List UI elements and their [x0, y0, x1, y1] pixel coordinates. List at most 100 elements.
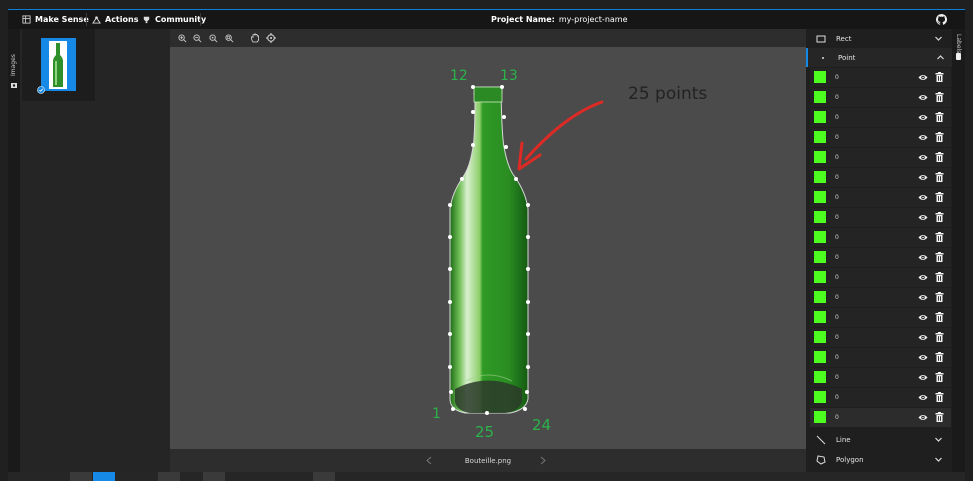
eye-icon[interactable]	[918, 353, 928, 362]
eye-icon[interactable]	[918, 213, 928, 222]
rect-labels-header[interactable]: Rect	[806, 29, 952, 48]
eye-icon[interactable]	[918, 193, 928, 202]
actions-menu-button[interactable]: Actions	[92, 10, 138, 29]
selected-thumbnail[interactable]	[37, 38, 76, 94]
eye-icon[interactable]	[918, 233, 928, 242]
trash-icon[interactable]	[935, 152, 944, 162]
trash-icon[interactable]	[935, 272, 944, 282]
label-value[interactable]: 0	[835, 228, 839, 247]
community-menu-button[interactable]: Community	[142, 10, 206, 29]
label-value[interactable]: 0	[835, 248, 839, 267]
point-label-row[interactable]: 0	[810, 248, 951, 267]
point-label-row[interactable]: 0	[810, 308, 951, 327]
zoom-out-button[interactable]	[191, 32, 203, 44]
label-color-swatch[interactable]	[814, 171, 826, 183]
next-image-icon[interactable]	[540, 456, 546, 465]
label-color-swatch[interactable]	[814, 411, 826, 423]
label-color-swatch[interactable]	[814, 111, 826, 123]
crosshair-tool-button[interactable]	[265, 32, 277, 44]
label-value[interactable]: 0	[835, 268, 839, 287]
trash-icon[interactable]	[935, 312, 944, 322]
trash-icon[interactable]	[935, 372, 944, 382]
trash-icon[interactable]	[935, 132, 944, 142]
label-value[interactable]: 0	[835, 108, 839, 127]
label-color-swatch[interactable]	[814, 71, 826, 83]
label-color-swatch[interactable]	[814, 151, 826, 163]
image-canvas[interactable]: 12 13 1 25 24 25 points	[170, 47, 806, 449]
point-label-row[interactable]: 0	[810, 88, 951, 107]
label-value[interactable]: 0	[835, 388, 839, 407]
label-value[interactable]: 0	[835, 208, 839, 227]
eye-icon[interactable]	[918, 73, 928, 82]
label-color-swatch[interactable]	[814, 251, 826, 263]
label-value[interactable]: 0	[835, 188, 839, 207]
annotated-image[interactable]: 12 13 1 25 24 25 points	[170, 47, 806, 449]
images-side-tab[interactable]: Images	[8, 29, 20, 472]
label-color-swatch[interactable]	[814, 371, 826, 383]
line-labels-header[interactable]: Line	[806, 430, 952, 449]
label-color-swatch[interactable]	[814, 391, 826, 403]
point-label-row[interactable]: 0	[810, 348, 951, 367]
point-label-row[interactable]: 0	[810, 188, 951, 207]
trash-icon[interactable]	[935, 232, 944, 242]
trash-icon[interactable]	[935, 292, 944, 302]
trash-icon[interactable]	[935, 192, 944, 202]
point-label-row[interactable]: 0	[810, 408, 951, 427]
point-label-row[interactable]: 0	[810, 208, 951, 227]
eye-icon[interactable]	[918, 253, 928, 262]
eye-icon[interactable]	[918, 173, 928, 182]
eye-icon[interactable]	[918, 273, 928, 282]
trash-icon[interactable]	[935, 252, 944, 262]
trash-icon[interactable]	[935, 212, 944, 222]
eye-icon[interactable]	[918, 313, 928, 322]
eye-icon[interactable]	[918, 93, 928, 102]
point-label-row[interactable]: 0	[810, 128, 951, 147]
label-value[interactable]: 0	[835, 408, 839, 427]
label-value[interactable]: 0	[835, 88, 839, 107]
zoom-max-button[interactable]	[223, 32, 235, 44]
eye-icon[interactable]	[918, 413, 928, 422]
eye-icon[interactable]	[918, 293, 928, 302]
label-color-swatch[interactable]	[814, 191, 826, 203]
label-color-swatch[interactable]	[814, 211, 826, 223]
label-color-swatch[interactable]	[814, 351, 826, 363]
label-value[interactable]: 0	[835, 328, 839, 347]
polygon-labels-header[interactable]: Polygon	[806, 450, 952, 469]
logo[interactable]: Make Sense	[22, 10, 89, 29]
label-value[interactable]: 0	[835, 148, 839, 167]
trash-icon[interactable]	[935, 352, 944, 362]
label-color-swatch[interactable]	[814, 131, 826, 143]
label-value[interactable]: 0	[835, 128, 839, 147]
point-label-row[interactable]: 0	[810, 148, 951, 167]
point-label-row[interactable]: 0	[810, 268, 951, 287]
point-label-row[interactable]: 0	[810, 328, 951, 347]
eye-icon[interactable]	[918, 153, 928, 162]
label-color-swatch[interactable]	[814, 331, 826, 343]
point-label-row[interactable]: 0	[810, 108, 951, 127]
trash-icon[interactable]	[935, 332, 944, 342]
label-value[interactable]: 0	[835, 308, 839, 327]
label-color-swatch[interactable]	[814, 271, 826, 283]
pan-tool-button[interactable]	[249, 32, 261, 44]
label-value[interactable]: 0	[835, 288, 839, 307]
point-label-row[interactable]: 0	[810, 368, 951, 387]
eye-icon[interactable]	[918, 393, 928, 402]
github-icon[interactable]	[936, 14, 947, 25]
label-value[interactable]: 0	[835, 168, 839, 187]
point-label-row[interactable]: 0	[810, 288, 951, 307]
point-label-row[interactable]: 0	[810, 68, 951, 87]
label-color-swatch[interactable]	[814, 291, 826, 303]
eye-icon[interactable]	[918, 373, 928, 382]
trash-icon[interactable]	[935, 112, 944, 122]
point-label-row[interactable]: 0	[810, 388, 951, 407]
zoom-in-button[interactable]	[176, 32, 188, 44]
label-color-swatch[interactable]	[814, 231, 826, 243]
label-value[interactable]: 0	[835, 368, 839, 387]
trash-icon[interactable]	[935, 72, 944, 82]
trash-icon[interactable]	[935, 412, 944, 422]
label-color-swatch[interactable]	[814, 91, 826, 103]
eye-icon[interactable]	[918, 113, 928, 122]
point-label-row[interactable]: 0	[810, 228, 951, 247]
project-name-input[interactable]: my-project-name	[559, 15, 628, 24]
labels-side-tab[interactable]: Labels	[952, 29, 965, 472]
